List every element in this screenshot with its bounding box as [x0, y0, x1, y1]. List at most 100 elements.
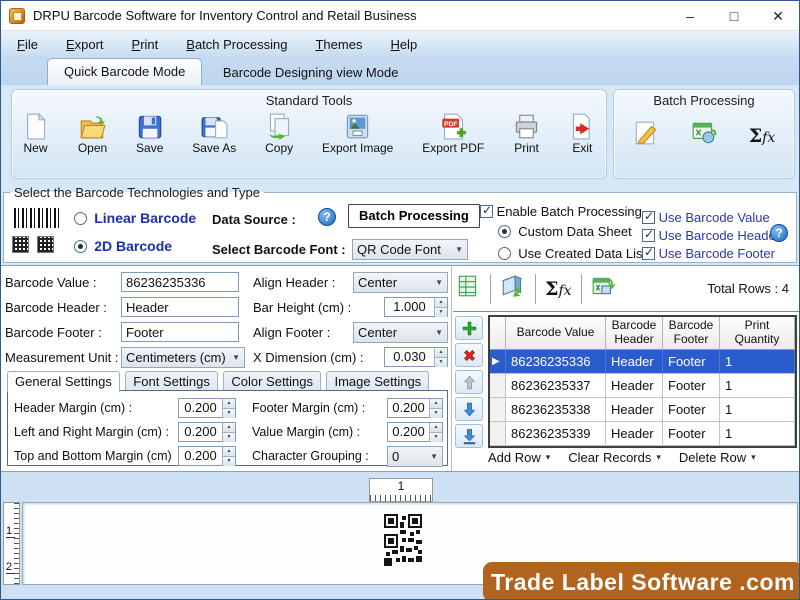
menu-item-help[interactable]: Help	[390, 37, 417, 52]
tab-image-settings[interactable]: Image Settings	[326, 371, 429, 392]
move-row-down-button[interactable]	[455, 397, 483, 421]
move-row-bottom-button[interactable]	[455, 424, 483, 448]
left-right-margin-stepper[interactable]: 0.200 ▲▼	[178, 422, 236, 442]
align-footer-label: Align Footer :	[253, 325, 330, 340]
menu-item-file[interactable]: File	[17, 37, 38, 52]
export-image-button[interactable]: Export Image	[322, 113, 393, 155]
total-rows-label: Total Rows : 4	[707, 281, 789, 296]
exit-button[interactable]: Exit	[569, 113, 596, 155]
bar-height-stepper[interactable]: 1.000 ▲▼	[384, 297, 448, 317]
barcode-font-select[interactable]: QR Code Font▼	[352, 239, 468, 260]
use-barcode-value-checkbox[interactable]: ✓	[642, 211, 655, 224]
x-dimension-stepper[interactable]: 0.030 ▲▼	[384, 347, 448, 367]
grid-formula-button[interactable]: Σfx	[545, 278, 572, 300]
formula-button[interactable]: Σfx	[749, 125, 776, 147]
align-header-label: Align Header :	[253, 275, 335, 290]
toolbar-separator	[581, 274, 582, 304]
label-preview-area: 1 1 2 Trade Label Software .com	[1, 471, 799, 600]
custom-data-sheet-label: Custom Data Sheet	[518, 224, 631, 239]
export-sheet-button[interactable]	[455, 273, 481, 304]
header-margin-stepper[interactable]: 0.200 ▲▼	[178, 398, 236, 418]
barcode-value-input[interactable]	[121, 272, 239, 292]
move-row-up-button[interactable]	[455, 370, 483, 394]
use-barcode-header-checkbox[interactable]: ✓	[642, 229, 655, 242]
copy-button[interactable]: Copy	[265, 113, 293, 155]
spin-up-icon[interactable]: ▲	[435, 298, 447, 307]
column-header-barcode-value[interactable]: Barcode Value	[506, 317, 606, 350]
print-button[interactable]: Print	[513, 113, 540, 155]
measurement-unit-select[interactable]: Centimeters (cm)▼	[121, 347, 245, 368]
help-icon[interactable]: ?	[318, 208, 336, 226]
printer-icon	[513, 113, 540, 140]
spin-down-icon[interactable]: ▼	[435, 357, 447, 367]
tab-color-settings[interactable]: Color Settings	[223, 371, 321, 392]
radio-custom-data-sheet[interactable]	[498, 225, 511, 238]
tab-barcode-designing-view-mode[interactable]: Barcode Designing view Mode	[207, 60, 415, 86]
x-dimension-label: X Dimension (cm) :	[253, 350, 364, 365]
delete-row-button[interactable]: Delete Row▾	[679, 450, 756, 465]
copy-records-button[interactable]	[500, 273, 526, 304]
top-bottom-margin-stepper[interactable]: 0.200 ▲▼	[178, 446, 236, 466]
linear-barcode-label: Linear Barcode	[94, 210, 196, 226]
grid-actions: Add Row▾ Clear Records▾ Delete Row▾	[488, 450, 756, 465]
new-button[interactable]: New	[22, 113, 49, 155]
add-row-button[interactable]: Add Row▾	[488, 450, 550, 465]
barcode-footer-input[interactable]	[121, 322, 239, 342]
use-barcode-footer-checkbox[interactable]: ✓	[642, 247, 655, 260]
enable-batch-processing-checkbox[interactable]: ✓	[480, 205, 493, 218]
align-header-select[interactable]: Center▼	[353, 272, 448, 293]
grid-toolbar: Σfx Total Rows : 4	[453, 266, 799, 312]
character-grouping-label: Character Grouping :	[252, 449, 369, 463]
bar-height-label: Bar Height (cm) :	[253, 300, 351, 315]
save-as-button[interactable]: Save As	[192, 113, 236, 155]
chevron-down-icon: ▼	[232, 353, 240, 362]
tab-font-settings[interactable]: Font Settings	[125, 371, 218, 392]
barcode-header-input[interactable]	[121, 297, 239, 317]
delete-row-icon-button[interactable]	[455, 343, 483, 367]
radio-use-created-data-list[interactable]	[498, 247, 511, 260]
help-icon[interactable]: ?	[770, 224, 788, 242]
minimize-button[interactable]: –	[673, 1, 707, 31]
column-header-print-quantity[interactable]: Print Quantity	[720, 317, 795, 350]
tab-quick-barcode-mode[interactable]: Quick Barcode Mode	[47, 58, 202, 85]
close-button[interactable]: ✕	[761, 1, 795, 31]
import-data-button[interactable]	[691, 120, 717, 151]
save-button[interactable]: Save	[136, 113, 163, 155]
open-button[interactable]: Open	[78, 113, 107, 155]
svg-text:PDF: PDF	[444, 121, 458, 128]
red-x-icon	[461, 347, 478, 364]
column-header-barcode-footer[interactable]: Barcode Footer	[663, 317, 720, 350]
export-excel-button[interactable]	[591, 273, 617, 304]
align-footer-select[interactable]: Center▼	[353, 322, 448, 343]
spin-down-icon[interactable]: ▼	[435, 307, 447, 317]
copy-book-icon	[500, 273, 526, 299]
add-row-icon-button[interactable]	[455, 316, 483, 340]
batch-processing-button[interactable]: Batch Processing	[348, 204, 480, 228]
radio-2d-barcode[interactable]	[74, 240, 87, 253]
spin-up-icon[interactable]: ▲	[435, 348, 447, 357]
spreadsheet-icon	[455, 273, 481, 299]
exit-icon	[569, 113, 596, 140]
menu-item-export[interactable]: Export	[66, 37, 104, 52]
character-grouping-select[interactable]: 0▼	[387, 446, 443, 467]
maximize-button[interactable]: □	[717, 1, 751, 31]
barcode-data-table: Barcode Value Barcode Header Barcode Foo…	[488, 315, 797, 448]
chevron-down-icon: ▼	[455, 245, 463, 254]
export-pdf-button[interactable]: PDF Export PDF	[422, 113, 484, 155]
edit-data-button[interactable]	[633, 120, 659, 151]
value-margin-stepper[interactable]: 0.200 ▲▼	[387, 422, 443, 442]
use-barcode-value-label: Use Barcode Value	[659, 210, 770, 225]
menu-item-batch-processing[interactable]: Batch Processing	[186, 37, 287, 52]
save-floppy-icon	[136, 113, 163, 140]
chevron-down-icon: ▼	[435, 278, 443, 287]
barcode-footer-label: Barcode Footer :	[5, 325, 102, 340]
column-header-barcode-header[interactable]: Barcode Header	[606, 317, 663, 350]
selector-column-header	[490, 317, 506, 350]
footer-margin-stepper[interactable]: 0.200 ▲▼	[387, 398, 443, 418]
menu-item-print[interactable]: Print	[132, 37, 159, 52]
tab-general-settings[interactable]: General Settings	[7, 371, 120, 392]
clear-records-button[interactable]: Clear Records▾	[568, 450, 661, 465]
menu-item-themes[interactable]: Themes	[315, 37, 362, 52]
radio-linear-barcode[interactable]	[74, 212, 87, 225]
qr-code-icon	[12, 236, 29, 253]
